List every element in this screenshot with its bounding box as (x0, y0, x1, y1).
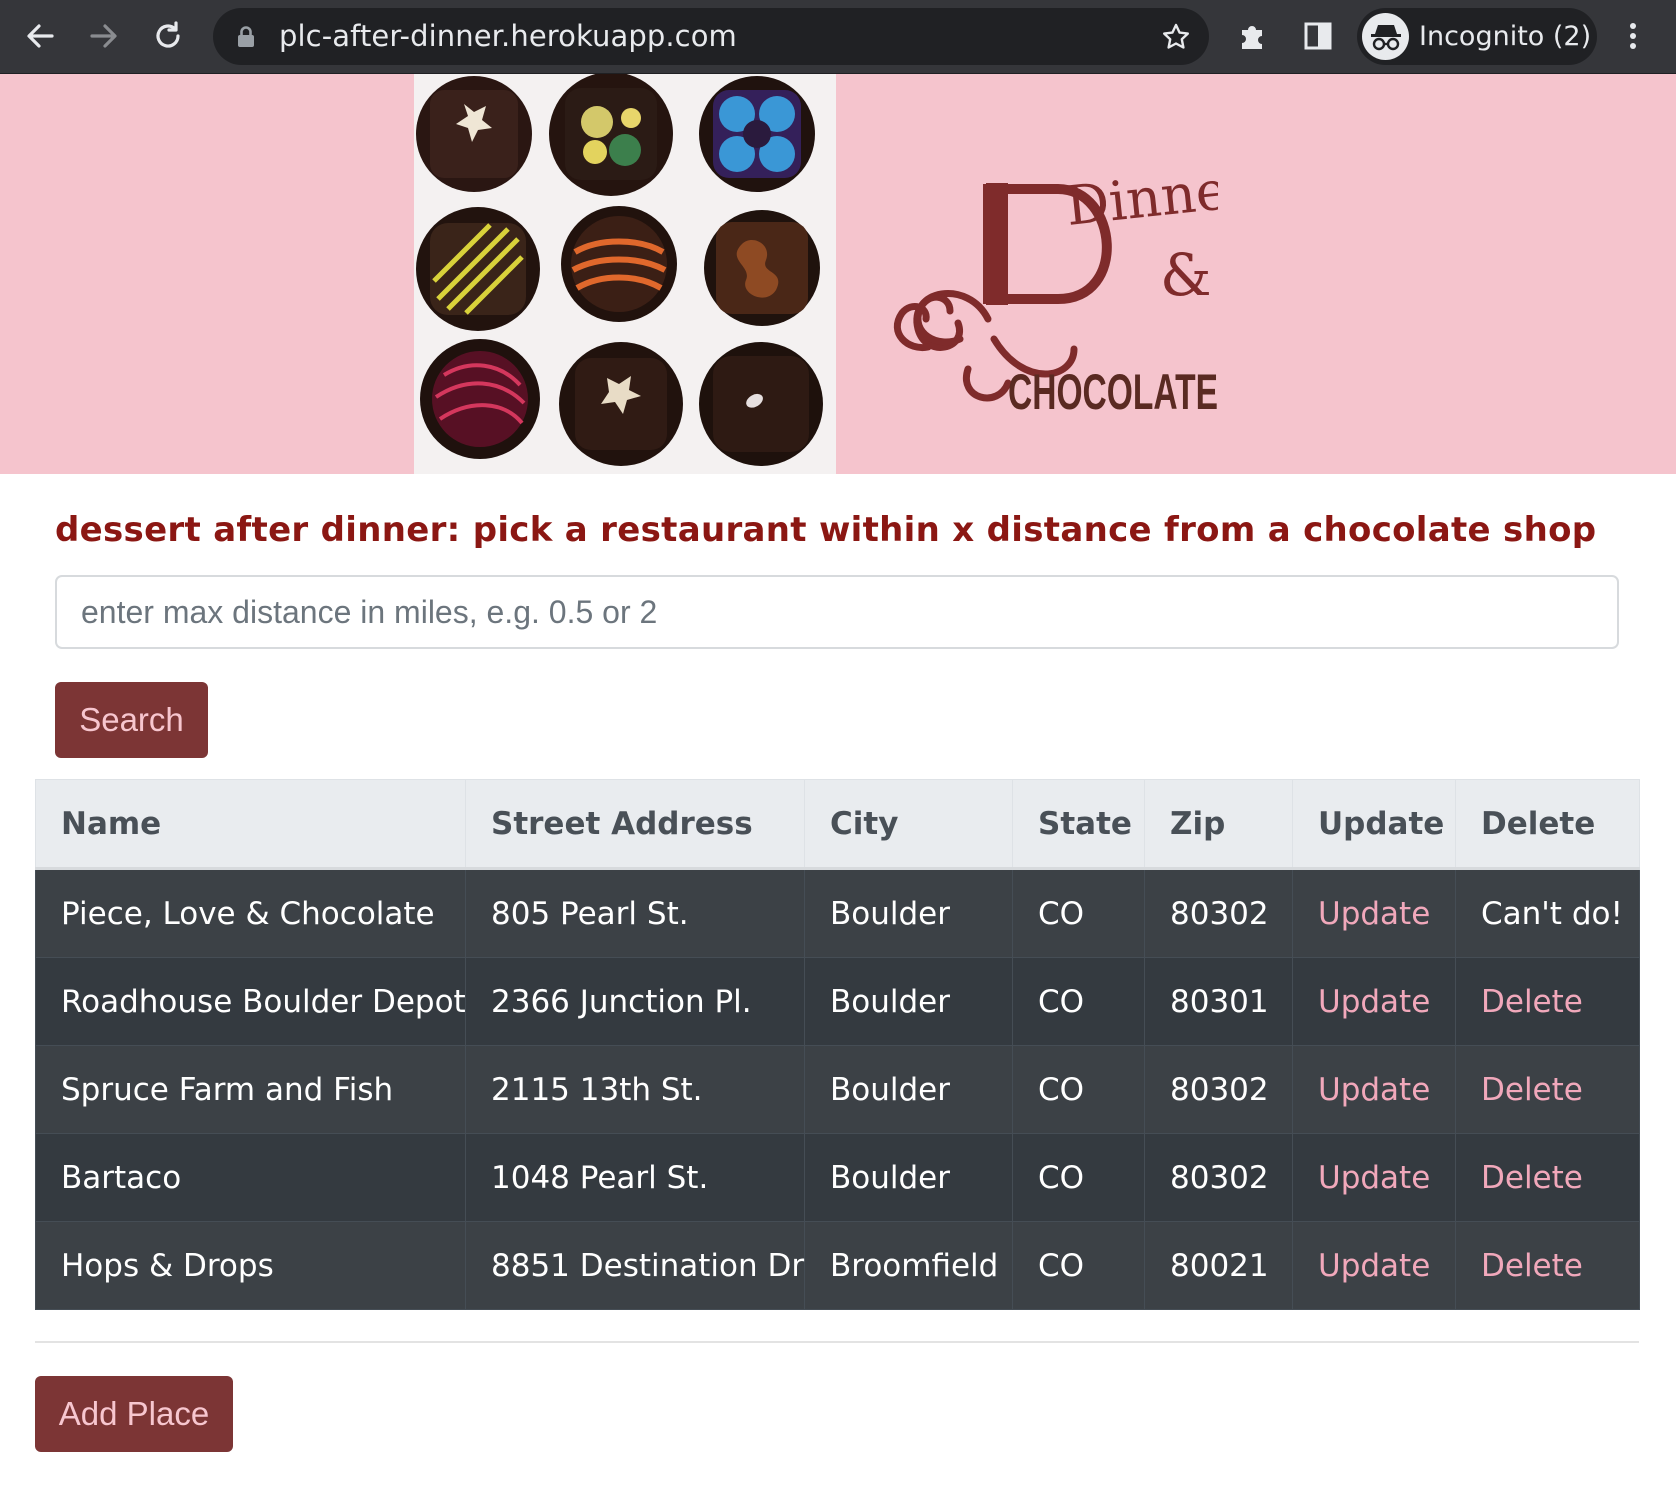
cell-address: 1048 Pearl St. (465, 1133, 805, 1222)
max-distance-input[interactable] (55, 575, 1619, 649)
update-link[interactable]: Update (1318, 1072, 1430, 1108)
cell-delete-disabled: Can't do! (1455, 868, 1640, 958)
incognito-profile-button[interactable]: Incognito (2) (1357, 8, 1597, 65)
browser-toolbar: plc-after-dinner.herokuapp.com Incognito… (0, 0, 1676, 74)
cell-city: Broomfield (804, 1221, 1013, 1310)
table-row: Bartaco 1048 Pearl St. Boulder CO 80302 … (35, 1133, 1640, 1222)
arrow-left-icon (27, 24, 54, 48)
update-link[interactable]: Update (1318, 896, 1430, 932)
search-button[interactable]: Search (55, 682, 208, 758)
cell-state: CO (1012, 868, 1145, 958)
cell-name: Hops & Drops (35, 1221, 466, 1310)
add-place-button[interactable]: Add Place (35, 1376, 233, 1452)
column-header-zip: Zip (1144, 779, 1293, 870)
cell-address: 2115 13th St. (465, 1045, 805, 1134)
cell-zip: 80301 (1144, 957, 1293, 1046)
reload-icon (156, 21, 180, 48)
cell-update: Update (1292, 1221, 1456, 1310)
delete-link[interactable]: Delete (1481, 1248, 1583, 1284)
cell-update: Update (1292, 868, 1456, 958)
forward-button[interactable] (81, 13, 127, 59)
column-header-name: Name (35, 779, 466, 870)
update-link[interactable]: Update (1318, 1248, 1430, 1284)
divider (35, 1341, 1639, 1343)
cell-state: CO (1012, 1045, 1145, 1134)
cell-zip: 80021 (1144, 1221, 1293, 1310)
delete-link[interactable]: Delete (1481, 984, 1583, 1020)
extensions-puzzle-icon[interactable] (1233, 16, 1273, 56)
cell-city: Boulder (804, 957, 1013, 1046)
cell-zip: 80302 (1144, 1045, 1293, 1134)
incognito-icon (1362, 13, 1409, 60)
cell-city: Boulder (804, 1133, 1013, 1222)
menu-kebab-icon[interactable] (1613, 16, 1653, 56)
table-row: Hops & Drops 8851 Destination Dr Broomfi… (35, 1221, 1640, 1310)
delete-link[interactable]: Delete (1481, 1160, 1583, 1196)
places-table: Name Street Address City State Zip Updat… (35, 779, 1640, 1310)
column-header-state: State (1012, 779, 1145, 870)
column-header-update: Update (1292, 779, 1456, 870)
table-row: Spruce Farm and Fish 2115 13th St. Bould… (35, 1045, 1640, 1134)
column-header-delete: Delete (1455, 779, 1640, 870)
incognito-label: Incognito (2) (1419, 21, 1592, 52)
bookmark-star-icon[interactable] (1161, 22, 1191, 57)
arrow-right-icon (90, 24, 117, 48)
table-row: Roadhouse Boulder Depot 2366 Junction Pl… (35, 957, 1640, 1046)
cell-delete: Delete (1455, 1045, 1640, 1134)
lock-icon (237, 26, 255, 53)
column-header-street-address: Street Address (465, 779, 805, 870)
delete-link[interactable]: Delete (1481, 1072, 1583, 1108)
cell-name: Roadhouse Boulder Depot (35, 957, 466, 1046)
url-text: plc-after-dinner.herokuapp.com (279, 19, 737, 53)
cell-name: Spruce Farm and Fish (35, 1045, 466, 1134)
header-banner: Dinner & CHOCOLATE (0, 72, 1676, 474)
chocolates-image (414, 72, 836, 474)
cell-update: Update (1292, 1133, 1456, 1222)
cell-update: Update (1292, 1045, 1456, 1134)
cell-state: CO (1012, 1221, 1145, 1310)
logo-chocolate-text: CHOCOLATE (1008, 364, 1218, 420)
update-link[interactable]: Update (1318, 1160, 1430, 1196)
cell-name: Bartaco (35, 1133, 466, 1222)
page-heading: dessert after dinner: pick a restaurant … (55, 510, 1597, 550)
table-row: Piece, Love & Chocolate 805 Pearl St. Bo… (35, 868, 1640, 958)
cell-delete: Delete (1455, 957, 1640, 1046)
cell-delete: Delete (1455, 1133, 1640, 1222)
cell-delete: Delete (1455, 1221, 1640, 1310)
dinner-and-chocolate-logo: Dinner & CHOCOLATE (868, 156, 1256, 429)
cell-city: Boulder (804, 1045, 1013, 1134)
address-bar[interactable]: plc-after-dinner.herokuapp.com (213, 8, 1209, 65)
cell-zip: 80302 (1144, 868, 1293, 958)
table-header-row: Name Street Address City State Zip Updat… (35, 779, 1640, 870)
cell-address: 8851 Destination Dr (465, 1221, 805, 1310)
side-panel-icon[interactable] (1298, 16, 1338, 56)
cell-city: Boulder (804, 868, 1013, 958)
cell-address: 805 Pearl St. (465, 868, 805, 958)
update-link[interactable]: Update (1318, 984, 1430, 1020)
cell-name: Piece, Love & Chocolate (35, 868, 466, 958)
logo-dinner-text: Dinner (1063, 169, 1218, 238)
cell-zip: 80302 (1144, 1133, 1293, 1222)
logo-ampersand-text: & (1160, 241, 1212, 309)
cell-state: CO (1012, 1133, 1145, 1222)
reload-button[interactable] (145, 13, 191, 59)
cell-update: Update (1292, 957, 1456, 1046)
cell-state: CO (1012, 957, 1145, 1046)
back-button[interactable] (17, 13, 63, 59)
cell-address: 2366 Junction Pl. (465, 957, 805, 1046)
column-header-city: City (804, 779, 1013, 870)
